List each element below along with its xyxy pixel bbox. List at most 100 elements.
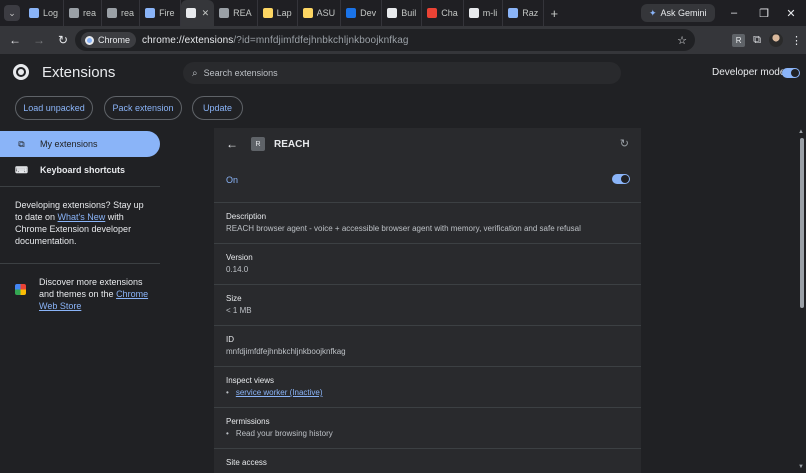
extensions-page: Extensions ⌕ Search extensions Developer… — [0, 54, 806, 473]
chrome-icon — [85, 35, 94, 45]
site-access-label: Site access — [226, 458, 267, 467]
url-text: chrome://extensions/?id=mnfdjimfdfejhnbk… — [142, 35, 409, 46]
minimize-button[interactable]: – — [719, 0, 749, 26]
tab[interactable]: Dev — [341, 0, 383, 26]
back-arrow-icon: ← — [9, 33, 21, 47]
sidebar-item-label: My extensions — [40, 139, 98, 149]
reach-extension-icon[interactable]: R — [732, 33, 746, 47]
forward-button[interactable]: → — [27, 28, 51, 52]
web-store-icon — [15, 284, 26, 295]
extension-detail-card: ← R REACH ↻ On Description REACH browser… — [214, 128, 641, 473]
tab[interactable]: Log — [24, 0, 65, 26]
tab[interactable]: Fire — [140, 0, 181, 26]
close-window-button[interactable]: ✕ — [776, 0, 806, 26]
developer-mode-toggle[interactable] — [782, 68, 800, 78]
tab-title: ASU — [316, 8, 336, 18]
size-row: Size < 1 MB — [214, 284, 641, 325]
developer-mode-label: Developer mode — [712, 67, 786, 78]
sidebar-item-keyboard-shortcuts[interactable]: ⌨ Keyboard shortcuts — [0, 157, 160, 183]
new-tab-button[interactable]: + — [544, 6, 564, 21]
puzzle-icon: ⧉ — [18, 138, 25, 149]
site-info-chip[interactable]: Chrome — [81, 32, 137, 48]
sidebar-item-my-extensions[interactable]: ⧉ My extensions — [0, 131, 160, 157]
load-unpacked-button[interactable]: Load unpacked — [15, 96, 93, 120]
description-value: REACH browser agent - voice + accessible… — [226, 224, 581, 233]
page-title: Extensions — [42, 64, 116, 81]
tab[interactable]: REA — [214, 0, 258, 26]
version-label: Version — [226, 253, 253, 262]
back-button[interactable]: ← — [3, 28, 27, 52]
note-icon — [262, 8, 273, 18]
tab-title: rea — [83, 8, 97, 18]
tab[interactable]: rea — [64, 0, 103, 26]
ask-gemini-button[interactable]: ✦ Ask Gemini — [641, 4, 715, 22]
detail-header: ← R REACH ↻ — [214, 128, 641, 162]
tab-title: Raz — [522, 8, 539, 18]
extension-enable-toggle[interactable] — [612, 174, 630, 184]
youtube-icon — [427, 8, 438, 18]
tab[interactable]: ASU — [298, 0, 342, 26]
close-tab-icon[interactable]: ✕ — [202, 8, 210, 19]
tab[interactable]: Raz — [503, 0, 545, 26]
github-icon — [468, 8, 479, 18]
gemini-sparkle-icon: ✦ — [649, 7, 657, 18]
sidebar-divider — [0, 263, 160, 264]
id-label: ID — [226, 335, 234, 344]
tab-title: Fire — [159, 8, 175, 18]
extensions-header: Extensions ⌕ Search extensions Developer… — [0, 54, 806, 92]
sidebar-divider — [0, 186, 160, 187]
chevron-down-icon: ⌄ — [8, 7, 16, 18]
scroll-up-arrow[interactable]: ▲ — [798, 129, 804, 135]
puzzle-icon — [185, 8, 196, 18]
tab[interactable]: Buil — [382, 0, 423, 26]
forward-arrow-icon: → — [33, 33, 45, 47]
tab[interactable]: m-li — [464, 0, 504, 26]
reload-extension-icon[interactable]: ↻ — [620, 137, 629, 150]
razor-icon — [508, 8, 519, 18]
permission-item: • Read your browsing history — [226, 429, 333, 438]
service-worker-link[interactable]: service worker (Inactive) — [236, 388, 323, 397]
search-extensions-input[interactable]: ⌕ Search extensions — [183, 62, 621, 84]
search-placeholder: Search extensions — [203, 68, 278, 78]
tab[interactable]: ✕ — [180, 0, 215, 26]
asu-icon — [302, 8, 313, 18]
restore-button[interactable]: ❐ — [749, 0, 779, 26]
ask-gemini-label: Ask Gemini — [660, 8, 707, 18]
tab-title: REA — [233, 8, 252, 18]
tab-list: Log rea rea Fire ✕ REA Lap ASU Dev Buil Cha m-li Raz — [24, 0, 545, 26]
scrollbar-thumb[interactable] — [800, 138, 804, 308]
inspect-views-row: Inspect views • service worker (Inactive) — [214, 366, 641, 407]
arrow-icon — [29, 8, 39, 18]
tab-search-button[interactable]: ⌄ — [4, 5, 20, 21]
site-info-chip-label: Chrome — [98, 35, 131, 45]
tab-title: Cha — [441, 8, 458, 18]
pack-extension-button[interactable]: Pack extension — [104, 96, 182, 120]
extensions-puzzle-icon[interactable]: ⧉ — [753, 34, 761, 47]
tab[interactable]: Cha — [422, 0, 464, 26]
chrome-logo-icon — [13, 64, 29, 80]
bookmark-star-icon[interactable]: ☆ — [677, 34, 687, 47]
inspect-views-label: Inspect views — [226, 376, 275, 385]
extension-name: REACH — [274, 139, 310, 150]
inspect-views-item: • service worker (Inactive) — [226, 388, 323, 397]
whats-new-link[interactable]: What's New — [58, 212, 106, 222]
update-button[interactable]: Update — [192, 96, 243, 120]
size-label: Size — [226, 294, 242, 303]
back-arrow-icon[interactable]: ← — [226, 137, 238, 151]
avatar[interactable] — [769, 33, 783, 47]
dev-icon — [346, 8, 357, 18]
kebab-menu-icon[interactable]: ⋮ — [791, 34, 802, 47]
extension-icon: R — [251, 137, 265, 151]
bullet: • — [226, 429, 229, 438]
description-label: Description — [226, 212, 267, 221]
tab[interactable]: Lap — [258, 0, 298, 26]
address-bar[interactable]: Chrome chrome://extensions/?id=mnfdjimfd… — [75, 29, 695, 51]
reload-icon: ↻ — [57, 33, 69, 47]
reload-button[interactable]: ↻ — [51, 28, 75, 52]
sidebar: ⧉ My extensions ⌨ Keyboard shortcuts Dev… — [0, 130, 165, 473]
version-row: Version 0.14.0 — [214, 243, 641, 284]
scroll-down-arrow[interactable]: ▼ — [798, 464, 804, 470]
permission-text: Read your browsing history — [235, 429, 333, 438]
globe-icon — [69, 8, 80, 18]
tab[interactable]: rea — [102, 0, 141, 26]
